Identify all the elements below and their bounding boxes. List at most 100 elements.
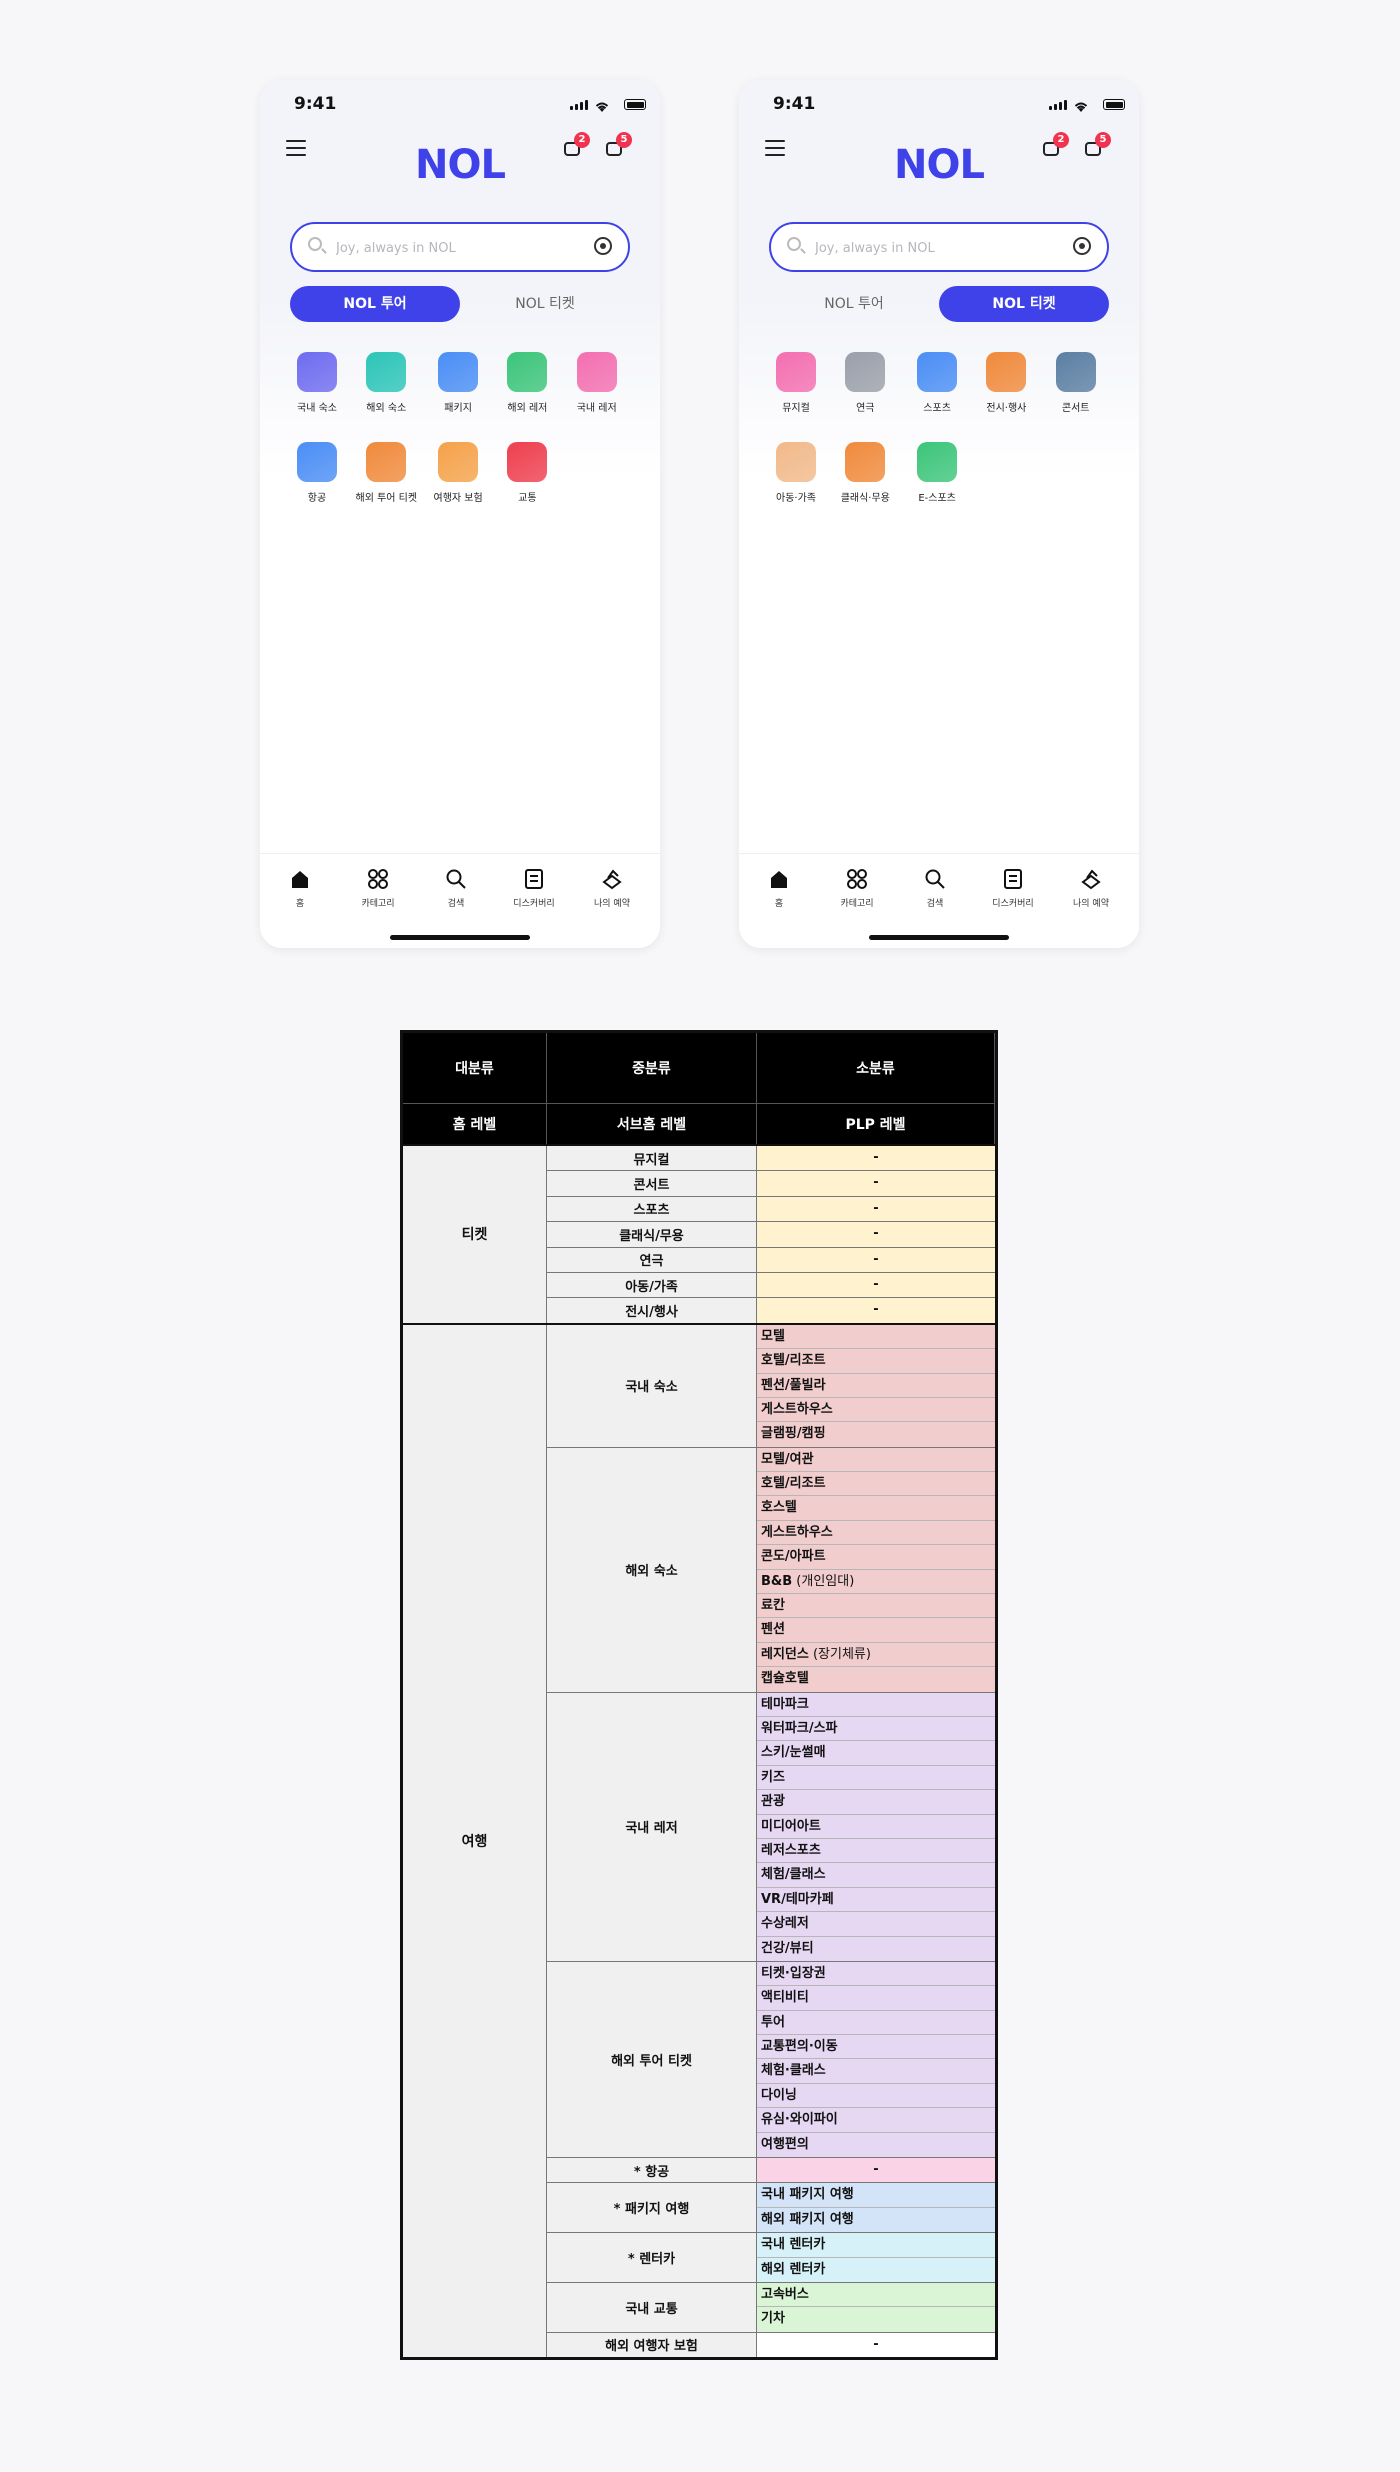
category-item[interactable]: 클래식·무용 bbox=[830, 442, 900, 504]
nav-item[interactable]: 나의 예약 bbox=[576, 868, 648, 909]
header-background bbox=[739, 80, 1139, 480]
nav-item[interactable]: 카테고리 bbox=[342, 868, 414, 909]
nav-item[interactable]: 디스커버리 bbox=[977, 868, 1049, 909]
sub-category-note: (개인임대) bbox=[792, 1573, 855, 1589]
ferris-wheel-icon bbox=[576, 352, 617, 392]
sub-category-cell: 기차 bbox=[757, 2307, 995, 2332]
mid-category-row: 해외 투어 티켓 티켓·입장권 액티비티 투어 교통편의·이동 체험·클래스 다이닝 유심·와… bbox=[547, 1961, 995, 2159]
category-item[interactable]: 스포츠 bbox=[902, 352, 972, 414]
nav-item[interactable]: 검색 bbox=[899, 868, 971, 909]
mid-category-cell: 스포츠 bbox=[547, 1196, 757, 1222]
resort-icon bbox=[366, 352, 407, 392]
sub-category-group: 고속버스 기차 bbox=[757, 2282, 995, 2332]
nav-item[interactable]: 홈 bbox=[264, 868, 336, 909]
sub-category-cell: 레지던스 (장기체류) bbox=[757, 1642, 995, 1668]
category-item[interactable]: 해외 투어 티켓 bbox=[351, 442, 421, 504]
search-icon bbox=[924, 868, 946, 890]
category-item[interactable]: 교통 bbox=[492, 442, 562, 504]
mid-category-row: * 패키지 여행 국내 패키지 여행 해외 패키지 여행 bbox=[547, 2183, 995, 2234]
sub-category-cell: 호텔/리조트 bbox=[757, 1472, 995, 1497]
notification-icon[interactable]: 5 bbox=[1083, 132, 1111, 160]
sub-category-cell: 유심·와이파이 bbox=[757, 2108, 995, 2133]
nav-label: 디스커버리 bbox=[513, 899, 555, 909]
category-item[interactable]: 해외 레저 bbox=[492, 352, 562, 414]
chat-icon[interactable]: 2 bbox=[1041, 132, 1069, 160]
category-item[interactable]: 뮤지컬 bbox=[761, 352, 831, 414]
sub-category-group: 모텔 호텔/리조트 펜션/풀빌라 게스트하우스 글램핑/캠핑 bbox=[757, 1324, 995, 1447]
sub-category-group: 모텔/여관 호텔/리조트 호스텔 게스트하우스 콘도/아파트 B&B (개인임대) 료칸 펜션… bbox=[757, 1447, 995, 1692]
search-input[interactable] bbox=[813, 234, 1057, 262]
search-input[interactable] bbox=[334, 234, 578, 262]
category-item[interactable]: 국내 숙소 bbox=[282, 352, 352, 414]
discovery-icon bbox=[523, 868, 545, 890]
sub-category-cell: 고속버스 bbox=[757, 2282, 995, 2308]
gorilla-icon bbox=[845, 352, 886, 392]
nav-item[interactable]: 카테고리 bbox=[821, 868, 893, 909]
location-target-icon[interactable] bbox=[1073, 237, 1091, 255]
nav-item[interactable]: 검색 bbox=[420, 868, 492, 909]
nav-label: 검색 bbox=[926, 899, 944, 909]
tab-nol-ticket[interactable]: NOL 티켓 bbox=[939, 286, 1109, 322]
category-item[interactable]: 해외 숙소 bbox=[351, 352, 421, 414]
sub-category-cell: 투어 bbox=[757, 2010, 995, 2036]
category-item[interactable]: 전시·행사 bbox=[971, 352, 1041, 414]
search-bar[interactable] bbox=[769, 222, 1109, 272]
category-item[interactable]: 여행자 보험 bbox=[423, 442, 493, 504]
category-item[interactable]: 패키지 bbox=[423, 352, 493, 414]
category-item[interactable]: 아동·가족 bbox=[761, 442, 831, 504]
category-label: 해외 숙소 bbox=[366, 403, 407, 414]
notification-badge: 5 bbox=[616, 132, 632, 148]
subheader-cell: 홈 레벨 bbox=[403, 1104, 547, 1144]
category-label: 연극 bbox=[856, 403, 875, 414]
category-label: 패키지 bbox=[444, 403, 472, 414]
nav-item[interactable]: 나의 예약 bbox=[1055, 868, 1127, 909]
sub-category-cell: - bbox=[757, 1298, 995, 1323]
tab-nol-ticket[interactable]: NOL 티켓 bbox=[460, 286, 630, 322]
sub-category-cell: - bbox=[757, 1247, 995, 1272]
category-item[interactable]: E-스포츠 bbox=[902, 442, 972, 504]
tab-nol-tour[interactable]: NOL 투어 bbox=[769, 286, 939, 322]
status-bar: 9:41 bbox=[739, 92, 1139, 122]
insurance-icon bbox=[438, 442, 479, 482]
sub-category-cell: VR/테마카페 bbox=[757, 1887, 995, 1913]
notification-icon[interactable]: 5 bbox=[604, 132, 632, 160]
table-section: 티켓 뮤지컬 - 콘서트 - 스포츠 - 클래식/무용 - 연극 - 아동/가족 - 전시/행사 - bbox=[403, 1144, 995, 1323]
sub-category-cell: 료칸 bbox=[757, 1594, 995, 1619]
search-bar[interactable] bbox=[290, 222, 630, 272]
tab-nol-tour[interactable]: NOL 투어 bbox=[290, 286, 460, 322]
nav-item[interactable]: 디스커버리 bbox=[498, 868, 570, 909]
mid-category-group: 국내 숙소 모텔 호텔/리조트 펜션/풀빌라 게스트하우스 글램핑/캠핑 해외 숙소 모텔/여… bbox=[547, 1324, 995, 2358]
cable-car-icon bbox=[917, 442, 958, 482]
sub-category-cell: 레저스포츠 bbox=[757, 1838, 995, 1864]
sub-category-group: - bbox=[757, 1222, 995, 1247]
chat-icon[interactable]: 2 bbox=[562, 132, 590, 160]
category-item[interactable]: 연극 bbox=[830, 352, 900, 414]
sub-category-cell: 수상레저 bbox=[757, 1912, 995, 1937]
carousel-icon bbox=[776, 352, 816, 392]
sub-category-cell: 액티비티 bbox=[757, 1986, 995, 2011]
pool-icon bbox=[917, 352, 958, 392]
category-item[interactable]: 항공 bbox=[282, 442, 352, 504]
mid-category-cell: 연극 bbox=[547, 1247, 757, 1272]
sub-category-group: - bbox=[757, 2158, 995, 2183]
nav-label: 카테고리 bbox=[840, 899, 874, 909]
category-item[interactable]: 국내 레저 bbox=[562, 352, 632, 414]
sub-category-group: - bbox=[757, 1196, 995, 1222]
header-cell: 대분류 bbox=[403, 1033, 547, 1103]
sub-category-cell: - bbox=[757, 1146, 995, 1171]
mid-category-cell: 콘서트 bbox=[547, 1171, 757, 1196]
nav-item[interactable]: 홈 bbox=[743, 868, 815, 909]
family-icon bbox=[776, 442, 816, 482]
category-label: 아동·가족 bbox=[776, 493, 816, 504]
sub-category-cell: - bbox=[757, 1171, 995, 1196]
category-label: 스포츠 bbox=[923, 403, 951, 414]
sub-category-cell: 게스트하우스 bbox=[757, 1520, 995, 1546]
phone-screen-ticket: 9:41 NOL 2 5 NOL 투어NOL 티켓뮤지컬 연극 스포츠 전시·행사 콘서트아동·… bbox=[739, 80, 1139, 948]
sub-category-cell: 국내 패키지 여행 bbox=[757, 2183, 995, 2208]
sub-category-group: - bbox=[757, 1272, 995, 1298]
cellular-signal-icon bbox=[1049, 100, 1067, 110]
cellular-signal-icon bbox=[570, 100, 588, 110]
category-item[interactable]: 콘서트 bbox=[1041, 352, 1111, 414]
category-label: 국내 레저 bbox=[576, 403, 617, 414]
location-target-icon[interactable] bbox=[594, 237, 612, 255]
